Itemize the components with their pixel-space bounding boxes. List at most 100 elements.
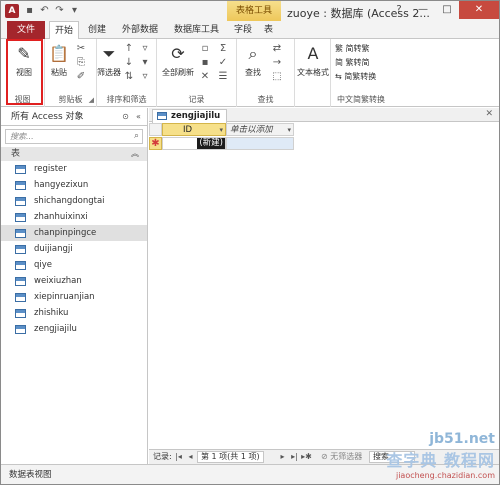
find-button[interactable]: ⌕ 查找 <box>241 43 265 78</box>
convert-button[interactable]: ⇆ 简繁转换 <box>335 71 376 82</box>
group-label-sort-filter: 排序和筛选 <box>106 95 147 104</box>
delete-record-icon[interactable]: ✕ <box>199 71 211 83</box>
nav-table-item[interactable]: weixiuzhan <box>1 273 147 289</box>
shutter-bar-icon[interactable]: « <box>133 111 144 122</box>
next-record-icon[interactable]: ▸ <box>277 450 288 464</box>
spelling-icon[interactable]: ✓ <box>217 57 229 69</box>
select-icon[interactable]: ⬚ <box>271 71 283 83</box>
save-icon[interactable]: ▪ <box>23 4 36 17</box>
cut-icon[interactable]: ✂ <box>75 43 87 55</box>
first-record-icon[interactable]: |◂ <box>173 450 184 464</box>
new-record-marker[interactable]: ✱ <box>149 137 162 150</box>
view-button[interactable]: ✎ 视图 <box>7 43 41 78</box>
window-controls: ? — □ ✕ <box>387 1 499 19</box>
filter-button[interactable]: ⏷ 筛选器 <box>97 43 121 78</box>
nav-group-label: 表 <box>11 149 21 159</box>
access-app-icon[interactable]: A <box>5 4 19 18</box>
view-icon: ✎ <box>17 44 31 63</box>
new-record-value: (新建) <box>197 138 225 149</box>
select-all-cell[interactable] <box>149 123 162 136</box>
group-clipboard: 📋 粘贴 ✂ ⎘ ✐ 剪贴板 ◢ <box>45 39 97 107</box>
replace-icon[interactable]: ⇄ <box>271 43 283 55</box>
previous-record-icon[interactable]: ◂ <box>185 450 196 464</box>
nav-table-item[interactable]: zengjiajilu <box>1 321 147 337</box>
close-button[interactable]: ✕ <box>459 1 499 19</box>
search-icon[interactable]: ⌕ <box>134 131 139 141</box>
no-filter-indicator[interactable]: ⊘ 无筛选器 <box>321 450 362 464</box>
help-button[interactable]: ? <box>387 1 411 19</box>
to-simplified-icon: 简 <box>335 58 346 67</box>
nav-table-item[interactable]: chanpinpingce <box>1 225 147 241</box>
tab-fields[interactable]: 字段 <box>229 21 257 39</box>
record-label: 记录: <box>153 452 172 461</box>
refresh-all-button[interactable]: ⟳ 全部刷新 <box>161 43 195 78</box>
record-navigator: 记录: |◂ ◂ 第 1 项(共 1 项) ▸ ▸| ▸✱ ⊘ 无筛选器 搜索 <box>149 449 499 464</box>
to-simplified-button[interactable]: 简 繁转简 <box>335 57 370 68</box>
nav-table-item[interactable]: duijiangji <box>1 241 147 257</box>
table-icon <box>15 325 26 334</box>
copy-icon[interactable]: ⎘ <box>75 57 87 69</box>
funnel-icon: ⏷ <box>102 44 116 63</box>
save-record-icon[interactable]: ▪ <box>199 57 211 69</box>
tab-home[interactable]: 开始 <box>49 21 80 40</box>
group-sort-filter: ⏷ 筛选器 ↑ ↓ ⇅ ▿ ▾ ▿ 排序和筛选 <box>97 39 157 107</box>
nav-table-item[interactable]: xiepinruanjian <box>1 289 147 305</box>
column-header-click-to-add[interactable]: 单击以添加 ▾ <box>226 123 294 136</box>
nav-group-tables[interactable]: 表 ︽ <box>1 147 147 161</box>
tab-table[interactable]: 表 <box>259 21 278 39</box>
nav-menu-icon[interactable]: ⊙ <box>120 111 131 122</box>
sort-ascending-icon[interactable]: ↑ <box>123 43 135 55</box>
datasheet-grid: ID ▾ 单击以添加 ▾ ✱ (新建) <box>149 123 499 449</box>
new-record-add-cell[interactable] <box>226 137 294 150</box>
text-format-button[interactable]: A 文本格式 <box>296 43 330 78</box>
nav-table-label: weixiuzhan <box>34 276 82 286</box>
nav-table-item[interactable]: zhishiku <box>1 305 147 321</box>
format-painter-icon[interactable]: ✐ <box>75 71 87 83</box>
maximize-button[interactable]: □ <box>435 1 459 19</box>
nav-table-item[interactable]: register <box>1 161 147 177</box>
advanced-filter-icon[interactable]: ▾ <box>139 57 151 69</box>
remove-sort-icon[interactable]: ⇅ <box>123 71 135 83</box>
clipboard-launcher-icon[interactable]: ◢ <box>89 96 94 104</box>
refresh-all-label: 全部刷新 <box>162 68 194 77</box>
chevron-down-icon[interactable]: ▾ <box>287 124 291 137</box>
new-record-icon[interactable]: ▫ <box>199 43 211 55</box>
nav-header[interactable]: 所有 Access 对象 ⊙ « <box>1 108 147 126</box>
close-document-icon[interactable]: ✕ <box>485 109 493 119</box>
collapse-icon[interactable]: ︽ <box>131 147 139 161</box>
record-search-field[interactable]: 搜索 <box>369 451 415 463</box>
column-header-id[interactable]: ID ▾ <box>162 123 226 136</box>
nav-table-item[interactable]: qiye <box>1 257 147 273</box>
redo-icon[interactable]: ↷ <box>53 4 66 17</box>
new-record-id-cell[interactable]: (新建) <box>162 137 226 150</box>
tab-external-data[interactable]: 外部数据 <box>117 21 163 39</box>
selection-filter-icon[interactable]: ▿ <box>139 43 151 55</box>
nav-table-item[interactable]: shichangdongtai <box>1 193 147 209</box>
nav-table-item[interactable]: hangyezixun <box>1 177 147 193</box>
tab-file[interactable]: 文件 <box>7 21 45 39</box>
record-position-field[interactable]: 第 1 项(共 1 项) <box>197 451 264 463</box>
quick-access-toolbar: ▪ ↶ ↷ ▾ <box>23 4 81 17</box>
tab-create[interactable]: 创建 <box>83 21 111 39</box>
chevron-down-icon[interactable]: ▾ <box>219 124 223 137</box>
last-record-icon[interactable]: ▸| <box>289 450 300 464</box>
nav-search-input[interactable]: 搜索... ⌕ <box>5 129 143 144</box>
totals-icon[interactable]: Σ <box>217 43 229 55</box>
table-icon <box>15 261 26 270</box>
minimize-button[interactable]: — <box>411 1 435 19</box>
nav-table-label: xiepinruanjian <box>34 292 95 302</box>
more-icon[interactable]: ☰ <box>217 71 229 83</box>
table-icon <box>157 112 167 120</box>
tab-database-tools[interactable]: 数据库工具 <box>169 21 224 39</box>
goto-icon[interactable]: → <box>271 57 283 69</box>
toggle-filter-icon[interactable]: ▿ <box>139 71 151 83</box>
paste-button[interactable]: 📋 粘贴 <box>47 43 71 78</box>
document-tab-zengjiajilu[interactable]: zengjiajilu <box>152 109 228 123</box>
new-record-nav-icon[interactable]: ▸✱ <box>301 450 312 464</box>
to-traditional-button[interactable]: 繁 简转繁 <box>335 43 370 54</box>
navigation-pane: 所有 Access 对象 ⊙ « 搜索... ⌕ 表 ︽ register han… <box>1 108 148 464</box>
customize-icon[interactable]: ▾ <box>68 4 81 17</box>
undo-icon[interactable]: ↶ <box>38 4 51 17</box>
nav-table-item[interactable]: zhanhuixinxi <box>1 209 147 225</box>
sort-descending-icon[interactable]: ↓ <box>123 57 135 69</box>
